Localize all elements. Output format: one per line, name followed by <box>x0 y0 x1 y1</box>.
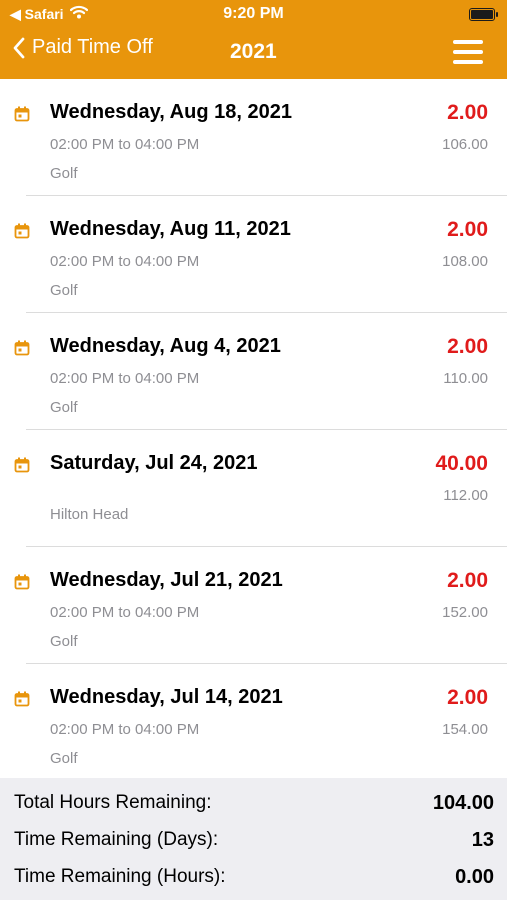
chevron-left-icon <box>13 37 25 58</box>
calendar-icon <box>14 340 30 361</box>
battery-icon <box>469 8 498 21</box>
hours-remaining-value: 0.00 <box>455 866 494 888</box>
entry-date: Wednesday, Aug 11, 2021 <box>50 218 291 240</box>
entry-date: Wednesday, Jul 21, 2021 <box>50 569 283 591</box>
entry-balance: 152.00 <box>442 604 488 621</box>
status-time: 9:20 PM <box>223 5 284 22</box>
total-hours-label: Total Hours Remaining: <box>14 792 212 813</box>
days-remaining-row: Time Remaining (Days): 13 <box>0 829 507 859</box>
days-remaining-label: Time Remaining (Days): <box>14 829 219 850</box>
calendar-icon <box>14 106 30 127</box>
entry-note: Golf <box>50 633 78 650</box>
hours-remaining-label: Time Remaining (Hours): <box>14 866 226 887</box>
entry-time-range: 02:00 PM to 04:00 PM <box>50 604 200 621</box>
entry-date: Wednesday, Aug 4, 2021 <box>50 335 281 357</box>
list-item[interactable]: Saturday, Jul 24, 2021 Hilton Head 40.00… <box>0 430 507 547</box>
entry-hours: 2.00 <box>447 335 488 358</box>
entry-balance: 112.00 <box>443 487 488 504</box>
list-item[interactable]: Wednesday, Jul 21, 2021 02:00 PM to 04:0… <box>0 547 507 664</box>
entry-note: Hilton Head <box>50 506 129 523</box>
entry-hours: 2.00 <box>447 218 488 241</box>
list-item[interactable]: Wednesday, Aug 18, 2021 02:00 PM to 04:0… <box>0 79 507 196</box>
hours-remaining-row: Time Remaining (Hours): 0.00 <box>0 866 507 896</box>
back-button-label: Paid Time Off <box>32 36 153 58</box>
entry-date: Wednesday, Aug 18, 2021 <box>50 101 292 123</box>
entry-balance: 154.00 <box>442 721 488 738</box>
hamburger-menu-icon[interactable] <box>453 40 483 64</box>
list-item[interactable]: Wednesday, Aug 11, 2021 02:00 PM to 04:0… <box>0 196 507 313</box>
page-title: 2021 <box>230 40 277 63</box>
entry-note: Golf <box>50 750 78 767</box>
list-item[interactable]: Wednesday, Aug 4, 2021 02:00 PM to 04:00… <box>0 313 507 430</box>
calendar-icon <box>14 691 30 712</box>
navigation-bar: Paid Time Off 2021 <box>0 34 507 72</box>
entry-hours: 40.00 <box>435 452 488 475</box>
entry-time-range: 02:00 PM to 04:00 PM <box>50 136 200 153</box>
back-button[interactable]: Paid Time Off <box>12 36 153 59</box>
entry-time-range: 02:00 PM to 04:00 PM <box>50 370 200 387</box>
entry-balance: 110.00 <box>443 370 488 387</box>
entry-balance: 108.00 <box>442 253 488 270</box>
entry-note: Golf <box>50 165 78 182</box>
calendar-icon <box>14 457 30 478</box>
summary-panel: Total Hours Remaining: 104.00 Time Remai… <box>0 778 507 900</box>
days-remaining-value: 13 <box>471 829 494 851</box>
calendar-icon <box>14 223 30 244</box>
entry-time-range: 02:00 PM to 04:00 PM <box>50 253 200 270</box>
entry-note: Golf <box>50 282 78 299</box>
calendar-icon <box>14 574 30 595</box>
entry-date: Saturday, Jul 24, 2021 <box>50 452 258 474</box>
entry-date: Wednesday, Jul 14, 2021 <box>50 686 283 708</box>
entry-hours: 2.00 <box>447 569 488 592</box>
status-bar: ◀ Safari 9:20 PM <box>0 0 507 28</box>
entry-hours: 2.00 <box>447 101 488 124</box>
list-item[interactable]: Wednesday, Jul 14, 2021 02:00 PM to 04:0… <box>0 664 507 781</box>
entry-hours: 2.00 <box>447 686 488 709</box>
time-off-list: Wednesday, Aug 18, 2021 02:00 PM to 04:0… <box>0 79 507 781</box>
entry-note: Golf <box>50 399 78 416</box>
total-hours-value: 104.00 <box>432 792 494 814</box>
entry-balance: 106.00 <box>442 136 488 153</box>
total-hours-row: Total Hours Remaining: 104.00 <box>0 792 507 822</box>
entry-time-range: 02:00 PM to 04:00 PM <box>50 721 200 738</box>
header-bar: ◀ Safari 9:20 PM Paid Time Off 2021 <box>0 0 507 79</box>
